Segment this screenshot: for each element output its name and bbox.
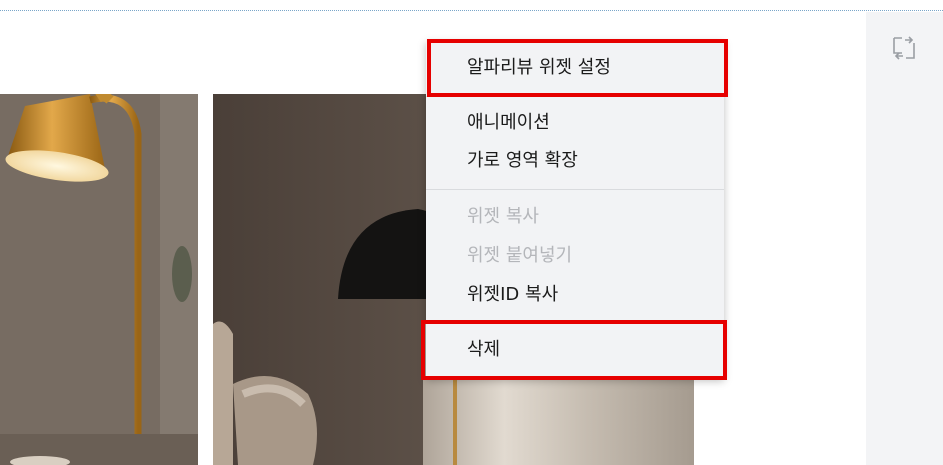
menu-separator <box>426 96 724 97</box>
menu-item-widget-settings[interactable]: 알파리뷰 위젯 설정 <box>467 58 611 78</box>
menu-item-animation[interactable]: 애니메이션 <box>467 113 550 133</box>
top-divider <box>0 10 943 11</box>
right-side-panel <box>866 12 943 465</box>
swap-icon[interactable] <box>891 35 917 61</box>
menu-separator <box>426 189 724 190</box>
menu-separator <box>426 323 724 324</box>
menu-item-paste-widget: 위젯 붙여넣기 <box>467 245 573 266</box>
menu-item-delete[interactable]: 삭제 <box>467 340 500 360</box>
widget-context-menu: 알파리뷰 위젯 설정 애니메이션 가로 영역 확장 위젯 복사 위젯 붙여넣기 … <box>426 41 724 379</box>
menu-item-copy-widget-id[interactable]: 위젯ID 복사 <box>467 285 558 305</box>
menu-item-copy-widget: 위젯 복사 <box>467 206 539 227</box>
menu-item-expand-horizontal[interactable]: 가로 영역 확장 <box>467 151 578 171</box>
product-image-brass-lamp <box>0 94 198 465</box>
